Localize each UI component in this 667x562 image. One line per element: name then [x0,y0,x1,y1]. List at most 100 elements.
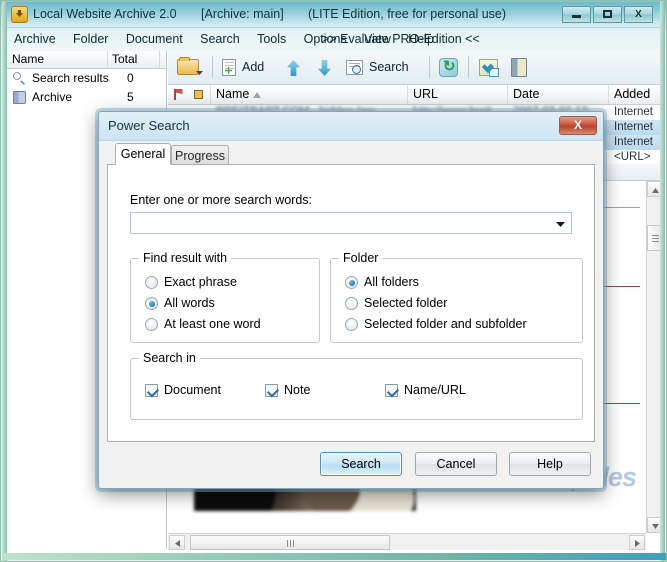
radio-button[interactable] [145,318,158,331]
folder-group: Folder All folders Selected folder Selec… [330,251,583,343]
maximize-button[interactable] [593,6,622,23]
checkbox[interactable] [385,384,398,397]
scroll-right-button[interactable] [629,535,645,550]
power-search-dialog: Power Search X General Progress Enter on… [98,111,604,489]
arrow-up-icon [287,60,300,76]
cancel-button[interactable]: Cancel [415,452,497,476]
scroll-left-button[interactable] [169,535,185,550]
chevron-down-icon[interactable] [556,222,565,227]
radio-label: Selected folder and subfolder [364,317,527,331]
tab-progress[interactable]: Progress [171,145,229,165]
import-button[interactable] [476,54,502,81]
exit-button[interactable] [508,54,532,81]
tree-header-divider[interactable] [159,51,160,68]
column-divider[interactable] [210,85,211,104]
minimize-button[interactable] [562,6,591,23]
window-titlebar: Local Website Archive 2.0 [Archive: main… [3,2,666,28]
close-window-button[interactable]: X [624,6,653,23]
radio-label: At least one word [164,317,261,331]
scroll-thumb[interactable] [190,535,390,550]
menu-document[interactable]: Document [119,29,190,48]
search-button[interactable]: Search [320,452,402,476]
tree-header-divider[interactable] [107,51,108,68]
radio-label: Selected folder [364,296,448,310]
add-button-label: Add [242,60,265,74]
search-page-icon [346,60,363,75]
tab-panel-general: Enter one or more search words: Find res… [107,164,595,442]
add-button[interactable]: Add [220,54,280,81]
tree-item-archive[interactable]: Archive 5 [7,88,166,107]
radio-button[interactable] [145,297,158,310]
tree-header-total[interactable]: Total [112,52,137,66]
column-divider[interactable] [407,85,408,104]
tree-item-label: Archive [32,90,73,104]
radio-button[interactable] [345,297,358,310]
column-header-added[interactable]: Added [614,87,650,101]
menu-archive[interactable]: Archive [7,29,63,48]
archive-name-label: [Archive: main] [201,7,284,21]
search-toolbar-button[interactable]: Search [344,54,424,81]
group-title: Find result with [139,251,232,265]
radio-button[interactable] [345,318,358,331]
search-words-input[interactable] [135,215,549,234]
cell-added: Internet [614,121,653,133]
refresh-button[interactable] [436,54,462,81]
chevron-up-icon [652,188,659,193]
search-words-label: Enter one or more search words: [130,193,313,207]
preview-horizontal-scrollbar[interactable] [168,533,646,550]
menu-folder[interactable]: Folder [66,29,115,48]
checkbox[interactable] [265,384,278,397]
checkbox-label: Note [284,383,311,397]
column-header-name[interactable]: Name [216,87,249,101]
group-title: Search in [139,351,200,365]
folder-dropdown-button[interactable] [174,54,204,81]
radio-button[interactable] [345,276,358,289]
search-words-combobox[interactable] [130,212,572,234]
column-header-date[interactable]: Date [513,87,539,101]
radio-button[interactable] [145,276,158,289]
checkbox[interactable] [145,384,158,397]
move-up-button[interactable] [283,54,307,81]
tree-item-count: 5 [127,90,134,104]
dialog-tabs: General Progress [107,143,595,165]
marker-icon [194,90,203,99]
chevron-right-icon [635,540,640,547]
scroll-grip [652,235,659,236]
maximize-icon [603,10,612,19]
toolbar: Add Search [168,51,662,85]
column-header-url[interactable]: URL [413,87,438,101]
exit-door-icon [511,58,527,77]
app-icon [11,6,28,23]
radio-label: Exact phrase [164,275,237,289]
move-down-button[interactable] [314,54,338,81]
menubar: Archive Folder Document Search Tools Opt… [7,29,662,51]
menu-search[interactable]: Search [193,29,247,48]
chevron-down-icon [652,524,659,529]
window-frame-left [2,1,7,561]
dialog-body: General Progress Enter one or more searc… [107,143,595,480]
sort-ascending-icon [253,92,261,98]
menu-tools[interactable]: Tools [250,29,293,48]
tree-column-header: Name Total [7,51,166,69]
document-list-header: Name URL Date Added [168,85,662,105]
column-divider[interactable] [608,85,609,104]
tree-header-name[interactable]: Name [12,52,44,66]
tree-item-search-results[interactable]: Search results 0 [7,69,166,88]
chevron-left-icon [175,540,180,547]
magnifier-icon [13,72,21,80]
folder-icon [177,57,199,75]
radio-label: All words [164,296,215,310]
toolbar-separator [468,56,469,78]
help-button[interactable]: Help [509,452,591,476]
dialog-titlebar: Power Search X [99,112,603,141]
scroll-grip [287,540,288,547]
dialog-close-button[interactable]: X [559,116,597,135]
column-divider[interactable] [507,85,508,104]
toolbar-separator [429,56,430,78]
cell-added: Internet [614,106,653,118]
evaluate-pro-edition-link[interactable]: >> Evaluate PRO-Edition << [322,32,480,46]
cell-added: <URL> [614,151,651,163]
dialog-title: Power Search [108,118,190,133]
tab-general[interactable]: General [115,143,171,165]
window-frame-right [660,1,665,561]
